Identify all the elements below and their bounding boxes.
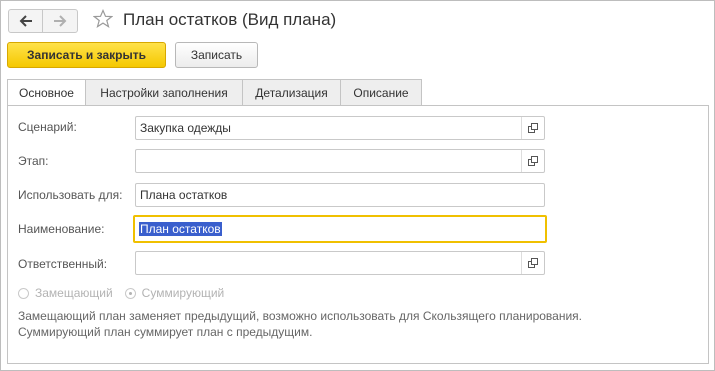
responsible-open-button[interactable] (521, 252, 544, 274)
plan-mode-note-line2: Суммирующий план суммирует план с предыд… (18, 325, 313, 339)
scenario-value: Закупка одежды (140, 121, 231, 135)
form-window: План остатков (Вид плана) Записать и зак… (0, 0, 715, 371)
stage-open-button[interactable] (521, 150, 544, 172)
tab-detailing[interactable]: Детализация (243, 79, 341, 105)
navigation-buttons (8, 9, 78, 33)
use-for-field[interactable]: Плана остатков (135, 183, 545, 207)
responsible-label: Ответственный: (18, 257, 108, 271)
name-value: План остатков (139, 222, 222, 236)
plan-mode-note: Замещающий план заменяет предыдущий, воз… (18, 308, 678, 340)
plan-mode-note-line1: Замещающий план заменяет предыдущий, воз… (18, 309, 583, 323)
summing-radio-label: Суммирующий (141, 286, 225, 300)
scenario-label: Сценарий: (18, 120, 77, 134)
open-form-icon (528, 123, 538, 133)
tab-bar: Основное Настройки заполнения Детализаци… (7, 79, 422, 106)
back-button[interactable] (9, 10, 42, 32)
use-for-value: Плана остатков (140, 188, 228, 202)
open-form-icon (528, 258, 538, 268)
star-icon (93, 9, 113, 28)
stage-label: Этап: (18, 154, 49, 168)
save-and-close-button[interactable]: Записать и закрыть (7, 42, 166, 68)
plan-mode-radio-group: Замещающий Суммирующий (18, 286, 236, 300)
save-button[interactable]: Записать (175, 42, 258, 68)
name-value-wrap: План остатков (135, 222, 545, 236)
tab-fill-settings[interactable]: Настройки заполнения (86, 79, 243, 105)
replacing-radio[interactable] (18, 287, 29, 299)
favorite-button[interactable] (92, 7, 114, 31)
responsible-field[interactable] (135, 251, 545, 275)
stage-field[interactable] (135, 149, 545, 173)
name-field[interactable]: План остатков (133, 215, 547, 243)
summing-radio[interactable] (124, 287, 136, 299)
name-label: Наименование: (18, 222, 105, 236)
scenario-open-button[interactable] (521, 117, 544, 139)
window-title: План остатков (Вид плана) (123, 10, 337, 29)
scenario-field[interactable]: Закупка одежды (135, 116, 545, 140)
use-for-label: Использовать для: (18, 188, 123, 202)
arrow-left-icon (19, 15, 32, 27)
tab-main[interactable]: Основное (7, 79, 86, 106)
replacing-radio-label: Замещающий (35, 286, 113, 300)
forward-button[interactable] (42, 10, 76, 32)
arrow-right-icon (53, 15, 66, 27)
tab-description[interactable]: Описание (341, 79, 422, 105)
open-form-icon (528, 156, 538, 166)
